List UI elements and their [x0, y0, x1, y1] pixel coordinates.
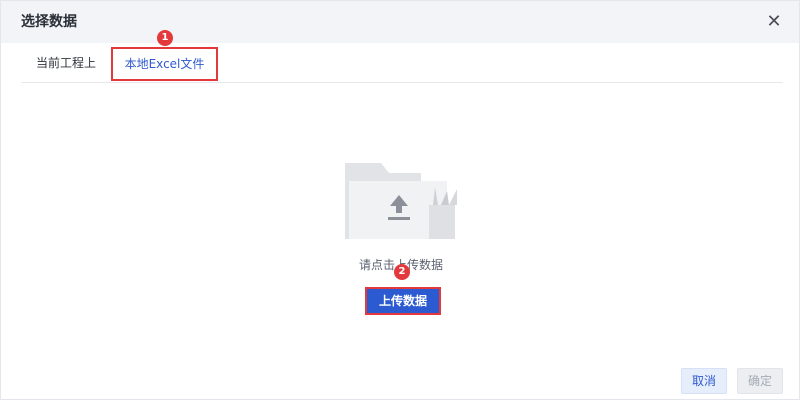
tab-bar: 当前工程上 本地Excel文件	[21, 43, 783, 83]
dialog-header: 选择数据 ✕	[1, 1, 799, 43]
tab-current-project[interactable]: 当前工程上	[36, 43, 96, 83]
tab-local-excel[interactable]: 本地Excel文件	[111, 47, 218, 81]
cancel-button[interactable]: 取消	[681, 368, 727, 394]
folder-upload-icon	[345, 163, 457, 239]
select-data-dialog: 选择数据 ✕ 当前工程上 本地Excel文件 1 请点击上传数据 2 上传数据 …	[0, 0, 800, 400]
dialog-title: 选择数据	[21, 14, 77, 30]
close-icon[interactable]: ✕	[763, 11, 785, 33]
step-badge-2: 2	[394, 264, 410, 280]
step-badge-1: 1	[157, 30, 173, 46]
confirm-button[interactable]: 确定	[737, 368, 783, 394]
upload-data-button[interactable]: 上传数据	[365, 287, 441, 315]
